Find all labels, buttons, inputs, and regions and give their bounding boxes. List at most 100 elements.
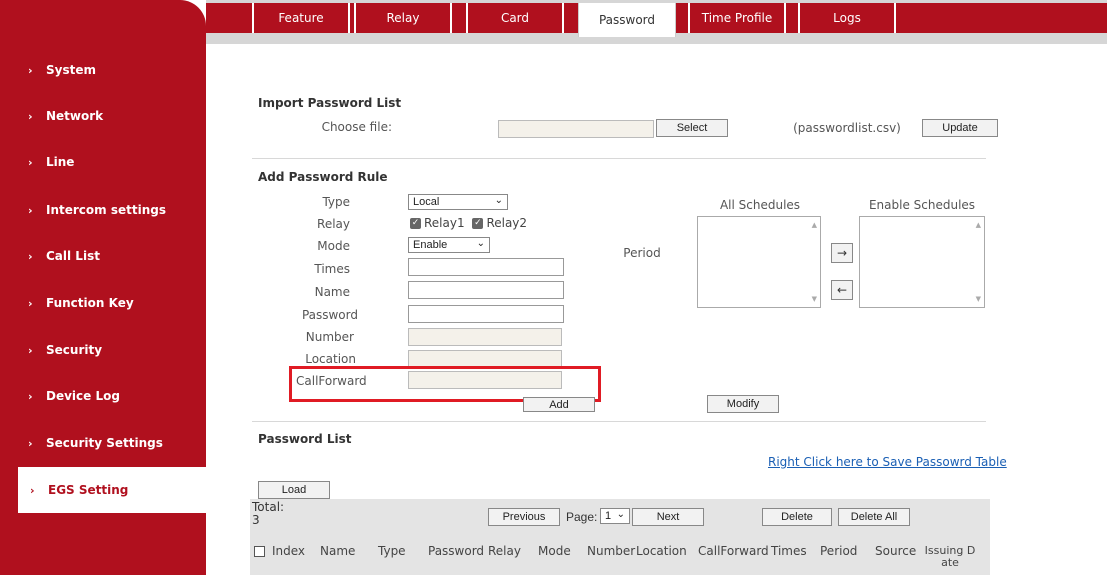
tab-password[interactable]: Password	[578, 3, 676, 37]
tab-label: Relay	[386, 11, 420, 25]
chevron-right-icon: ›	[28, 109, 33, 123]
column-header-period[interactable]: Period	[820, 544, 857, 558]
tab-label: Card	[500, 11, 530, 25]
column-header-issuing-date-line2: ate	[941, 556, 959, 569]
sidebar-item-label: Intercom settings	[46, 203, 166, 217]
sidebar-item-label: Function Key	[46, 296, 134, 310]
choose-file-label: Choose file:	[321, 120, 392, 134]
password-list-title: Password List	[258, 432, 352, 446]
sidebar-item-device-log[interactable]: › Device Log	[0, 373, 206, 419]
number-field[interactable]	[408, 328, 562, 346]
delete-all-button[interactable]: Delete All	[838, 508, 910, 526]
chevron-right-icon: ›	[28, 249, 33, 263]
sidebar-item-function-key[interactable]: › Function Key	[0, 280, 206, 326]
column-header-location[interactable]: Location	[636, 544, 687, 558]
all-schedules-label: All Schedules	[719, 198, 801, 212]
column-header-relay[interactable]: Relay	[488, 544, 521, 558]
section-divider	[252, 421, 986, 422]
chevron-right-icon: ›	[28, 203, 33, 217]
chevron-down-icon: ⌄	[616, 509, 625, 520]
relay1-checkbox[interactable]: ✓	[410, 218, 421, 229]
page-select-value: 1	[605, 510, 612, 522]
column-header-password[interactable]: Password	[428, 544, 484, 558]
total-count: Total: 3	[252, 501, 284, 527]
column-header-issuing-date[interactable]: Issuing D ate	[922, 545, 978, 569]
select-file-button[interactable]: Select	[656, 119, 728, 137]
sidebar-item-call-list[interactable]: › Call List	[0, 233, 206, 279]
sidebar-item-system[interactable]: › System	[0, 47, 206, 93]
sidebar-item-label: EGS Setting	[48, 483, 129, 497]
save-table-link[interactable]: Right Click here to Save Passowrd Table	[768, 455, 1007, 469]
previous-button[interactable]: Previous	[488, 508, 560, 526]
chevron-right-icon: ›	[28, 389, 33, 403]
tab-time-profile[interactable]: Time Profile	[688, 3, 786, 33]
column-header-index[interactable]: Index	[272, 544, 305, 558]
type-select[interactable]: Local ⌄	[408, 194, 508, 210]
sidebar-item-label: Line	[46, 155, 75, 169]
tab-feature[interactable]: Feature	[252, 3, 350, 33]
file-path-field[interactable]	[498, 120, 654, 138]
column-header-callforward[interactable]: CallForward	[698, 544, 769, 558]
sidebar-item-security[interactable]: › Security	[0, 327, 206, 373]
sidebar-item-line[interactable]: › Line	[0, 139, 206, 185]
sidebar-item-security-settings[interactable]: › Security Settings	[0, 420, 206, 466]
move-left-button[interactable]: ←	[831, 280, 853, 300]
tab-label: Password	[598, 13, 656, 27]
mode-label: Mode	[317, 239, 350, 253]
sidebar-item-intercom-settings[interactable]: › Intercom settings	[0, 187, 206, 233]
tab-card[interactable]: Card	[466, 3, 564, 33]
all-schedules-list[interactable]: ▲ ▼	[697, 216, 821, 308]
column-header-times[interactable]: Times	[771, 544, 807, 558]
period-label: Period	[623, 246, 661, 260]
mode-select[interactable]: Enable ⌄	[408, 237, 490, 253]
file-hint: (passwordlist.csv)	[793, 121, 901, 135]
relay-checkboxes: ✓ Relay1 ✓ Relay2	[410, 216, 527, 230]
relay1-label: Relay1	[424, 216, 465, 230]
arrow-right-icon: →	[836, 246, 848, 260]
location-label: Location	[305, 352, 356, 366]
delete-button[interactable]: Delete	[762, 508, 832, 526]
next-button[interactable]: Next	[632, 508, 704, 526]
name-field[interactable]	[408, 281, 564, 299]
sidebar-item-egs-setting[interactable]: › EGS Setting	[18, 467, 206, 513]
sidebar-item-label: Network	[46, 109, 104, 123]
enable-schedules-list[interactable]: ▲ ▼	[859, 216, 985, 308]
sidebar-item-label: Device Log	[46, 389, 120, 403]
tab-label: Time Profile	[701, 11, 773, 25]
password-field[interactable]	[408, 305, 564, 323]
section-divider	[252, 158, 986, 159]
add-button[interactable]: Add	[523, 397, 595, 412]
modify-button[interactable]: Modify	[707, 395, 779, 413]
column-header-mode[interactable]: Mode	[538, 544, 571, 558]
scroll-up-icon[interactable]: ▲	[812, 221, 817, 229]
column-header-type[interactable]: Type	[378, 544, 406, 558]
page-select[interactable]: 1 ⌄	[600, 508, 630, 524]
import-section-title: Import Password List	[258, 96, 402, 110]
move-right-button[interactable]: →	[831, 243, 853, 263]
column-header-name[interactable]: Name	[320, 544, 355, 558]
sidebar: › System › Network › Line › Intercom set…	[0, 0, 206, 575]
mode-select-value: Enable	[413, 239, 448, 251]
sidebar-item-network[interactable]: › Network	[0, 93, 206, 139]
tab-label: Feature	[278, 11, 324, 25]
column-header-source[interactable]: Source	[875, 544, 916, 558]
relay2-checkbox[interactable]: ✓	[472, 218, 484, 229]
scroll-down-icon[interactable]: ▼	[976, 295, 981, 303]
times-label: Times	[314, 262, 350, 276]
chevron-right-icon: ›	[28, 63, 33, 77]
relay2-label: Relay2	[486, 216, 528, 230]
load-button[interactable]: Load	[258, 481, 330, 499]
update-button[interactable]: Update	[922, 119, 998, 137]
type-label: Type	[322, 195, 350, 209]
select-all-checkbox[interactable]	[254, 546, 265, 557]
column-header-number[interactable]: Number	[587, 544, 635, 558]
chevron-down-icon: ⌄	[476, 238, 485, 249]
tab-logs[interactable]: Logs	[798, 3, 896, 33]
times-field[interactable]	[408, 258, 564, 276]
scroll-down-icon[interactable]: ▼	[812, 295, 817, 303]
scroll-up-icon[interactable]: ▲	[976, 221, 981, 229]
name-label: Name	[314, 285, 350, 299]
type-select-value: Local	[413, 196, 440, 208]
sidebar-item-label: Security Settings	[46, 436, 163, 450]
tab-relay[interactable]: Relay	[354, 3, 452, 33]
